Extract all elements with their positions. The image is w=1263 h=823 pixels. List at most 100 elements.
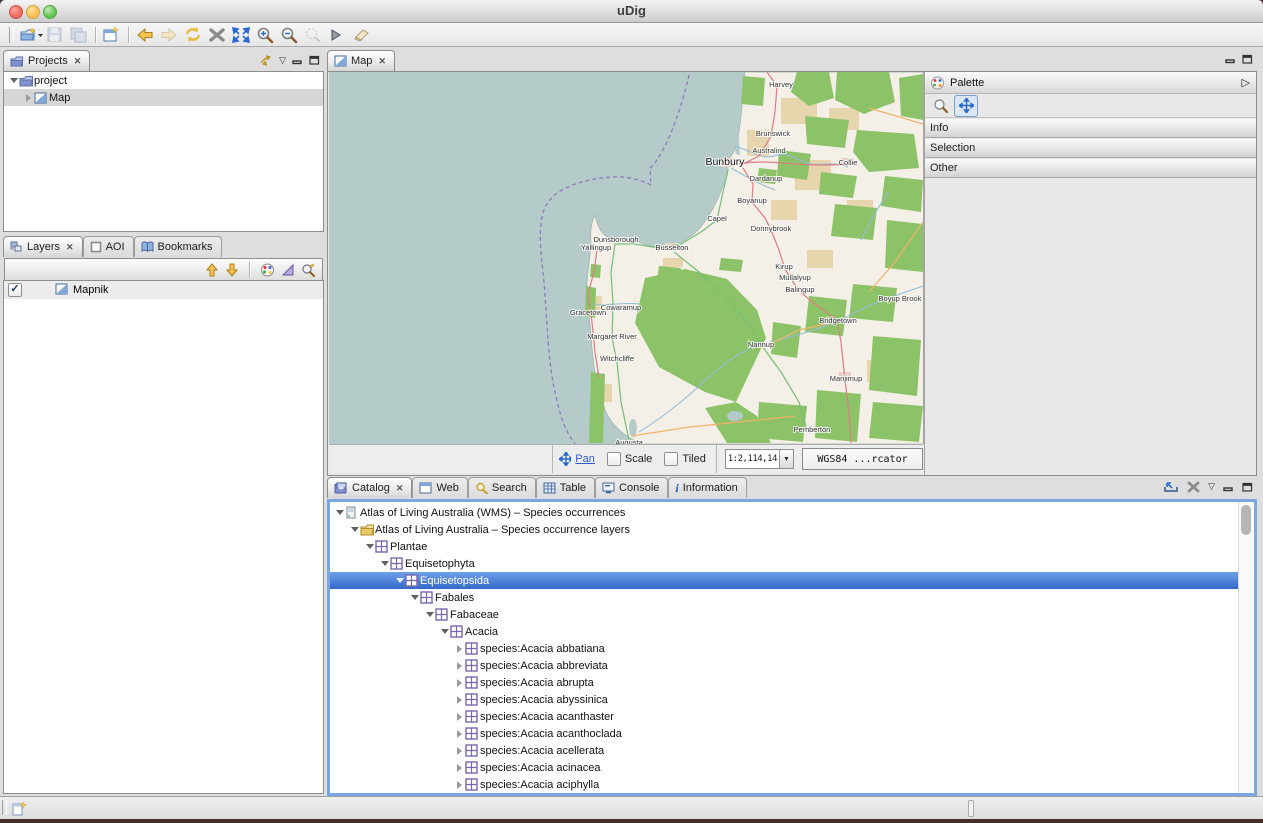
close-tab-icon[interactable]: ✕ <box>396 483 404 494</box>
collapse-arrow-icon[interactable] <box>8 78 19 83</box>
expand-arrow-icon[interactable] <box>454 713 465 721</box>
new-map-icon[interactable] <box>100 25 124 45</box>
palette-drawer-selection[interactable]: Selection <box>925 138 1256 158</box>
tab-bookmarks[interactable]: Bookmarks <box>134 236 222 257</box>
expand-arrow-icon[interactable] <box>23 94 34 102</box>
zoom-tool-button[interactable] <box>928 95 952 117</box>
import-icon[interactable] <box>1163 480 1179 493</box>
catalog-tree-item[interactable]: species:Acacia abbreviata <box>330 657 1239 674</box>
save-icon[interactable] <box>43 25 67 45</box>
scrollbar-thumb[interactable] <box>1241 505 1251 535</box>
layer-row[interactable]: ✓Mapnik <box>4 281 323 299</box>
tab-layers[interactable]: Layers ✕ <box>3 236 83 257</box>
eraser-icon[interactable] <box>349 25 373 45</box>
scale-combo-dropdown-icon[interactable]: ▼ <box>779 450 793 468</box>
catalog-tree-item[interactable]: Plantae <box>330 538 1239 555</box>
palette-drawer-other[interactable]: Other <box>925 158 1256 178</box>
catalog-tree-item[interactable]: species:Acacia acanthaster <box>330 708 1239 725</box>
pan-tool-button[interactable] <box>954 95 978 117</box>
tab-map-editor[interactable]: Map ✕ <box>327 50 395 71</box>
expand-arrow-icon[interactable] <box>454 747 465 755</box>
catalog-tree-item[interactable]: Fabaceae <box>330 606 1239 623</box>
move-layer-down-icon[interactable] <box>225 263 239 277</box>
catalog-tree-item[interactable]: species:Acacia acellerata <box>330 742 1239 759</box>
expand-arrow-icon[interactable] <box>454 662 465 670</box>
close-tab-icon[interactable]: ✕ <box>66 242 74 253</box>
palette-expand-icon[interactable]: ▷ <box>1242 76 1250 89</box>
fast-view-icon[interactable] <box>12 801 28 816</box>
expand-arrow-icon[interactable] <box>454 645 465 653</box>
collapse-arrow-icon[interactable] <box>439 629 450 634</box>
maximize-editor-icon[interactable] <box>1242 54 1253 64</box>
zoom-extent-icon[interactable] <box>229 25 253 45</box>
delete-icon[interactable] <box>205 25 229 45</box>
tiled-checkbox[interactable] <box>664 452 678 466</box>
minimize-view-icon[interactable] <box>1223 482 1234 492</box>
collapse-arrow-icon[interactable] <box>409 595 420 600</box>
minimize-view-icon[interactable] <box>292 55 303 65</box>
tab-catalog[interactable]: Catalog ✕ <box>327 477 412 498</box>
catalog-tree-item[interactable]: Atlas of Living Australia (WMS) – Specie… <box>330 504 1239 521</box>
layer-visibility-checkbox[interactable]: ✓ <box>8 283 22 297</box>
catalog-tree-item[interactable]: Atlas of Living Australia – Species occu… <box>330 521 1239 538</box>
expand-arrow-icon[interactable] <box>454 679 465 687</box>
catalog-tree-item[interactable]: Fabales <box>330 589 1239 606</box>
remove-icon[interactable] <box>1187 481 1200 493</box>
minimize-editor-icon[interactable] <box>1225 54 1236 64</box>
statusbar-drag-handle[interactable] <box>2 800 7 815</box>
view-menu-chevron-icon[interactable]: ▽ <box>1208 482 1215 491</box>
styling-icon[interactable] <box>260 263 275 277</box>
new-project-dropdown-icon[interactable] <box>19 25 43 45</box>
style-editor-icon[interactable] <box>281 263 295 276</box>
find-icon[interactable] <box>301 263 316 277</box>
expand-arrow-icon[interactable] <box>454 696 465 704</box>
save-all-icon[interactable] <box>67 25 91 45</box>
catalog-vertical-scrollbar[interactable] <box>1238 502 1254 793</box>
tab-projects[interactable]: Projects ✕ <box>3 50 90 71</box>
next-icon[interactable] <box>325 25 349 45</box>
map-canvas[interactable]: HarveyBrunswickAustralindBunburyDardanup… <box>329 72 924 444</box>
collapse-arrow-icon[interactable] <box>334 510 345 515</box>
collapse-arrow-icon[interactable] <box>424 612 435 617</box>
zoom-selection-icon[interactable] <box>301 25 325 45</box>
catalog-tree-item[interactable]: species:Acacia acanthoclada <box>330 725 1239 742</box>
collapse-arrow-icon[interactable] <box>349 527 360 532</box>
palette-drawer-info[interactable]: Info <box>925 118 1256 138</box>
expand-arrow-icon[interactable] <box>454 781 465 789</box>
catalog-tree-item[interactable]: species:Acacia abbatiana <box>330 640 1239 657</box>
forward-arrow-icon[interactable] <box>157 25 181 45</box>
projects-tree-item[interactable]: project <box>4 72 323 89</box>
tab-table[interactable]: Table <box>536 477 595 498</box>
scale-checkbox[interactable] <box>607 452 621 466</box>
collapse-arrow-icon[interactable] <box>379 561 390 566</box>
move-layer-up-icon[interactable] <box>205 263 219 277</box>
catalog-tree-item[interactable]: Equisetopsida <box>330 572 1239 589</box>
close-tab-icon[interactable]: ✕ <box>74 56 82 67</box>
maximize-view-icon[interactable] <box>309 55 320 65</box>
projects-tree-item[interactable]: Map <box>4 89 323 106</box>
palette-header[interactable]: Palette ▷ <box>925 72 1256 94</box>
maximize-view-icon[interactable] <box>1242 482 1253 492</box>
close-tab-icon[interactable]: ✕ <box>378 56 386 67</box>
back-arrow-icon[interactable] <box>133 25 157 45</box>
collapse-arrow-icon[interactable] <box>364 544 375 549</box>
collapse-arrow-icon[interactable] <box>394 578 405 583</box>
crs-button[interactable]: WGS84 ...rcator <box>802 448 923 470</box>
pan-link[interactable]: Pan <box>575 453 595 465</box>
zoom-out-icon[interactable] <box>277 25 301 45</box>
catalog-tree-item[interactable]: species:Acacia abrupta <box>330 674 1239 691</box>
tab-web[interactable]: Web <box>412 477 467 498</box>
view-menu-chevron-icon[interactable]: ▽ <box>279 56 286 65</box>
expand-arrow-icon[interactable] <box>454 730 465 738</box>
toolbar-drag-handle[interactable] <box>9 27 14 43</box>
catalog-tree-item[interactable]: species:Acacia aciphylla <box>330 776 1239 793</box>
window-titlebar[interactable]: uDig <box>0 0 1263 23</box>
refresh-icon[interactable] <box>181 25 205 45</box>
catalog-tree-item[interactable]: species:Acacia abyssinica <box>330 691 1239 708</box>
zoom-in-icon[interactable] <box>253 25 277 45</box>
link-with-editor-icon[interactable] <box>259 54 273 66</box>
catalog-tree-item[interactable]: Acacia <box>330 623 1239 640</box>
tab-console[interactable]: Console <box>595 477 668 498</box>
scale-combo[interactable]: 1:2,114,14 ▼ <box>725 449 794 469</box>
tab-search[interactable]: Search <box>468 477 536 498</box>
